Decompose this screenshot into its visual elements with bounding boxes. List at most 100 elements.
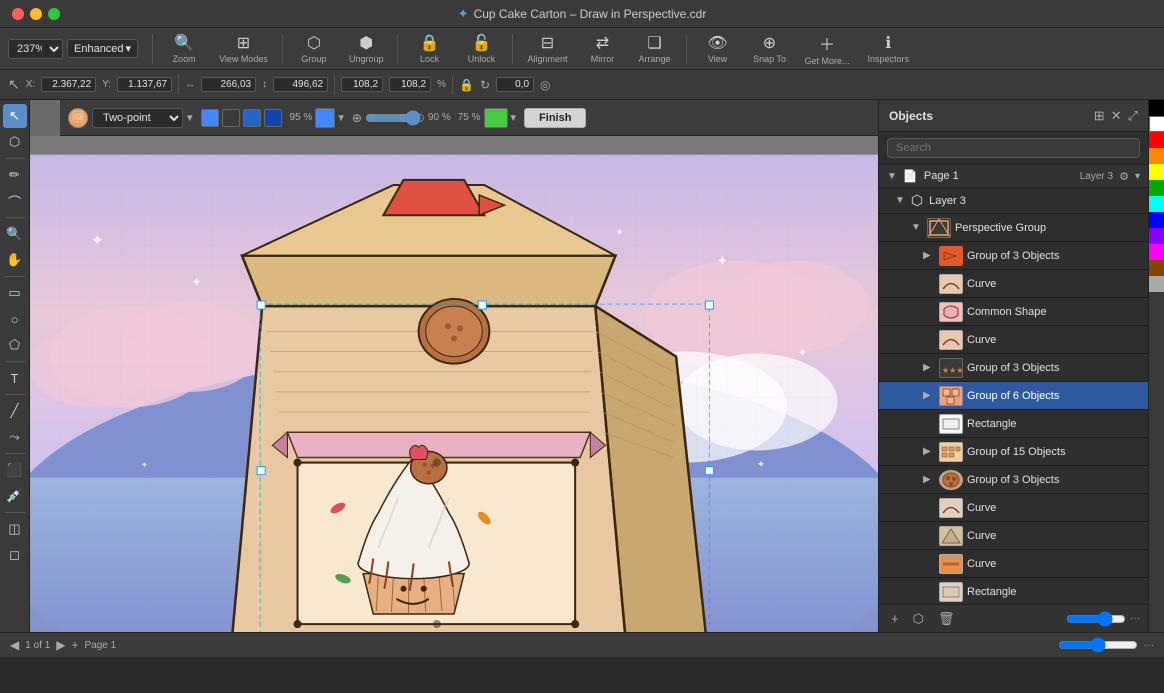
unlock-tool[interactable]: 🔓 Unlock <box>456 31 506 66</box>
pan-tool[interactable]: ✋ <box>3 248 27 272</box>
zoom-tool[interactable]: 🔍 Zoom <box>159 31 209 66</box>
color-red[interactable] <box>1149 132 1164 148</box>
expand-arrow[interactable]: ▶ <box>923 390 935 401</box>
snap-to-tool[interactable]: ⊕ Snap To <box>745 31 795 66</box>
curve-row-2[interactable]: Curve <box>879 326 1148 354</box>
expand-panel-button[interactable]: ⤢ <box>1128 108 1138 124</box>
close-button[interactable] <box>12 8 24 20</box>
close-panel-button[interactable]: ✕ <box>1111 108 1122 124</box>
group-3-stars-row[interactable]: ▶ ★★★ Group of 3 Objects <box>879 354 1148 382</box>
ellipse-tool[interactable]: ○ <box>3 307 27 331</box>
panel-header-icons[interactable]: ⊞ ✕ ⤢ <box>1094 108 1138 124</box>
rotation-input[interactable] <box>496 77 534 92</box>
color-white[interactable] <box>1149 116 1164 132</box>
perspective-mode-select[interactable]: Two-point One-point Three-point <box>92 108 183 128</box>
rectangle-row-2[interactable]: Rectangle <box>879 578 1148 604</box>
expand-arrow[interactable]: ▶ <box>923 446 935 457</box>
x-input[interactable] <box>41 77 96 92</box>
color-black[interactable] <box>1149 100 1164 116</box>
mirror-tool[interactable]: ⇄ Mirror <box>578 31 628 66</box>
panel-icon-btn-1[interactable]: ⊞ <box>1094 108 1105 124</box>
group-tool[interactable]: ⬡ Group <box>289 31 339 66</box>
delete-layer-button[interactable]: 🗑 <box>934 609 959 629</box>
color-magenta[interactable] <box>1149 244 1164 260</box>
get-more-tool[interactable]: ＋ Get More... <box>797 29 858 68</box>
line-tool[interactable]: ╱ <box>3 399 27 423</box>
fill-tool[interactable]: ⬛ <box>3 458 27 482</box>
layer-3-row[interactable]: ▼ ⬡ Layer 3 <box>879 188 1148 214</box>
finish-button[interactable]: Finish <box>524 108 586 128</box>
height-input[interactable] <box>273 77 328 92</box>
settings-icon[interactable]: ⚙ <box>1119 170 1129 183</box>
view-btn-2[interactable] <box>222 109 240 127</box>
next-page-button[interactable]: ▶ <box>56 638 65 652</box>
scale-w-input[interactable] <box>341 77 383 92</box>
chevron-icon[interactable]: ▾ <box>1135 171 1140 182</box>
window-controls[interactable] <box>12 8 60 20</box>
arrange-tool[interactable]: ❑ Arrange <box>630 31 680 66</box>
color-swatch-2[interactable] <box>484 108 508 128</box>
zoom-slider-statusbar[interactable] <box>1058 637 1138 653</box>
eraser-tool[interactable]: ◻ <box>3 543 27 567</box>
curve-row-4[interactable]: Curve <box>879 522 1148 550</box>
rectangle-row-1[interactable]: Rectangle <box>879 410 1148 438</box>
curve-row-5[interactable]: Curve <box>879 550 1148 578</box>
expand-layer-arrow[interactable]: ▼ <box>895 195 905 206</box>
prev-page-button[interactable]: ◀ <box>10 638 19 652</box>
view-btn-3[interactable] <box>243 109 261 127</box>
select-tool[interactable]: ↖ <box>3 104 27 128</box>
color-cyan[interactable] <box>1149 196 1164 212</box>
freehand-tool[interactable]: ✏ <box>3 163 27 187</box>
color-blue[interactable] <box>1149 212 1164 228</box>
group-3-cookie-row[interactable]: ▶ Group of 3 Objects <box>879 466 1148 494</box>
search-input[interactable] <box>887 138 1140 158</box>
color-brown[interactable] <box>1149 260 1164 276</box>
minimize-button[interactable] <box>30 8 42 20</box>
page-layer-row[interactable]: ▼ 📄 Page 1 Layer 3 ⚙ ▾ <box>879 165 1148 188</box>
expand-arrow[interactable]: ▼ <box>911 222 923 233</box>
maximize-button[interactable] <box>48 8 60 20</box>
view-btn-1[interactable] <box>201 109 219 127</box>
alignment-tool[interactable]: ⊟ Alignment <box>519 31 575 66</box>
perspective-group-row[interactable]: ▼ Perspective Group <box>879 214 1148 242</box>
eyedropper-tool[interactable]: 💉 <box>3 484 27 508</box>
view-btn-4[interactable] <box>264 109 282 127</box>
color-green[interactable] <box>1149 180 1164 196</box>
width-input[interactable] <box>201 77 256 92</box>
inspectors-tool[interactable]: ℹ Inspectors <box>860 31 918 66</box>
zoom-slider-panel[interactable] <box>1066 611 1126 627</box>
bezier-tool[interactable]: ⌒ <box>3 189 27 213</box>
view-tool[interactable]: 👁 View <box>693 31 743 66</box>
opacity-slider[interactable] <box>365 110 425 126</box>
enhanced-button[interactable]: Enhanced ▾ <box>67 39 138 58</box>
group-6-row[interactable]: ▶ Group of 6 Objects <box>879 382 1148 410</box>
common-shape-row[interactable]: Common Shape <box>879 298 1148 326</box>
canvas-svg[interactable]: ✦ ✦ ✦ ✦ ✦ ✦ ✦ ✦ <box>30 136 878 632</box>
scale-h-input[interactable] <box>389 77 431 92</box>
expand-page-arrow[interactable]: ▼ <box>887 171 897 182</box>
y-input[interactable] <box>117 77 172 92</box>
node-tool[interactable]: ⬡ <box>3 130 27 154</box>
canvas-area[interactable]: 🖼 Two-point One-point Three-point ▾ 95 %… <box>30 100 878 632</box>
curve-row-3[interactable]: Curve <box>879 494 1148 522</box>
color-gray[interactable] <box>1149 276 1164 292</box>
add-layer-button[interactable]: + <box>887 609 903 628</box>
zoom-select[interactable]: 237% 100% 150% 200% <box>8 39 63 59</box>
text-tool[interactable]: T <box>3 366 27 390</box>
color-swatch-1[interactable] <box>315 108 335 128</box>
expand-arrow[interactable]: ▶ <box>923 362 935 373</box>
color-purple[interactable] <box>1149 228 1164 244</box>
zoom-area[interactable]: 237% 100% 150% 200% Enhanced ▾ <box>8 39 138 59</box>
color-yellow[interactable] <box>1149 164 1164 180</box>
ungroup-tool[interactable]: ⬢ Ungroup <box>341 31 392 66</box>
layer-options-button[interactable]: ⬡ <box>909 609 928 629</box>
shadow-tool[interactable]: ◫ <box>3 517 27 541</box>
rect-tool[interactable]: ▭ <box>3 281 27 305</box>
group-3-arrow-row[interactable]: ▶ Group of 3 Objects <box>879 242 1148 270</box>
group-15-row[interactable]: ▶ Group of 15 Objects <box>879 438 1148 466</box>
color-orange[interactable] <box>1149 148 1164 164</box>
add-page-button[interactable]: + <box>72 638 79 652</box>
expand-arrow[interactable]: ▶ <box>923 474 935 485</box>
connector-tool[interactable]: ⤳ <box>3 425 27 449</box>
expand-arrow[interactable]: ▶ <box>923 250 935 261</box>
